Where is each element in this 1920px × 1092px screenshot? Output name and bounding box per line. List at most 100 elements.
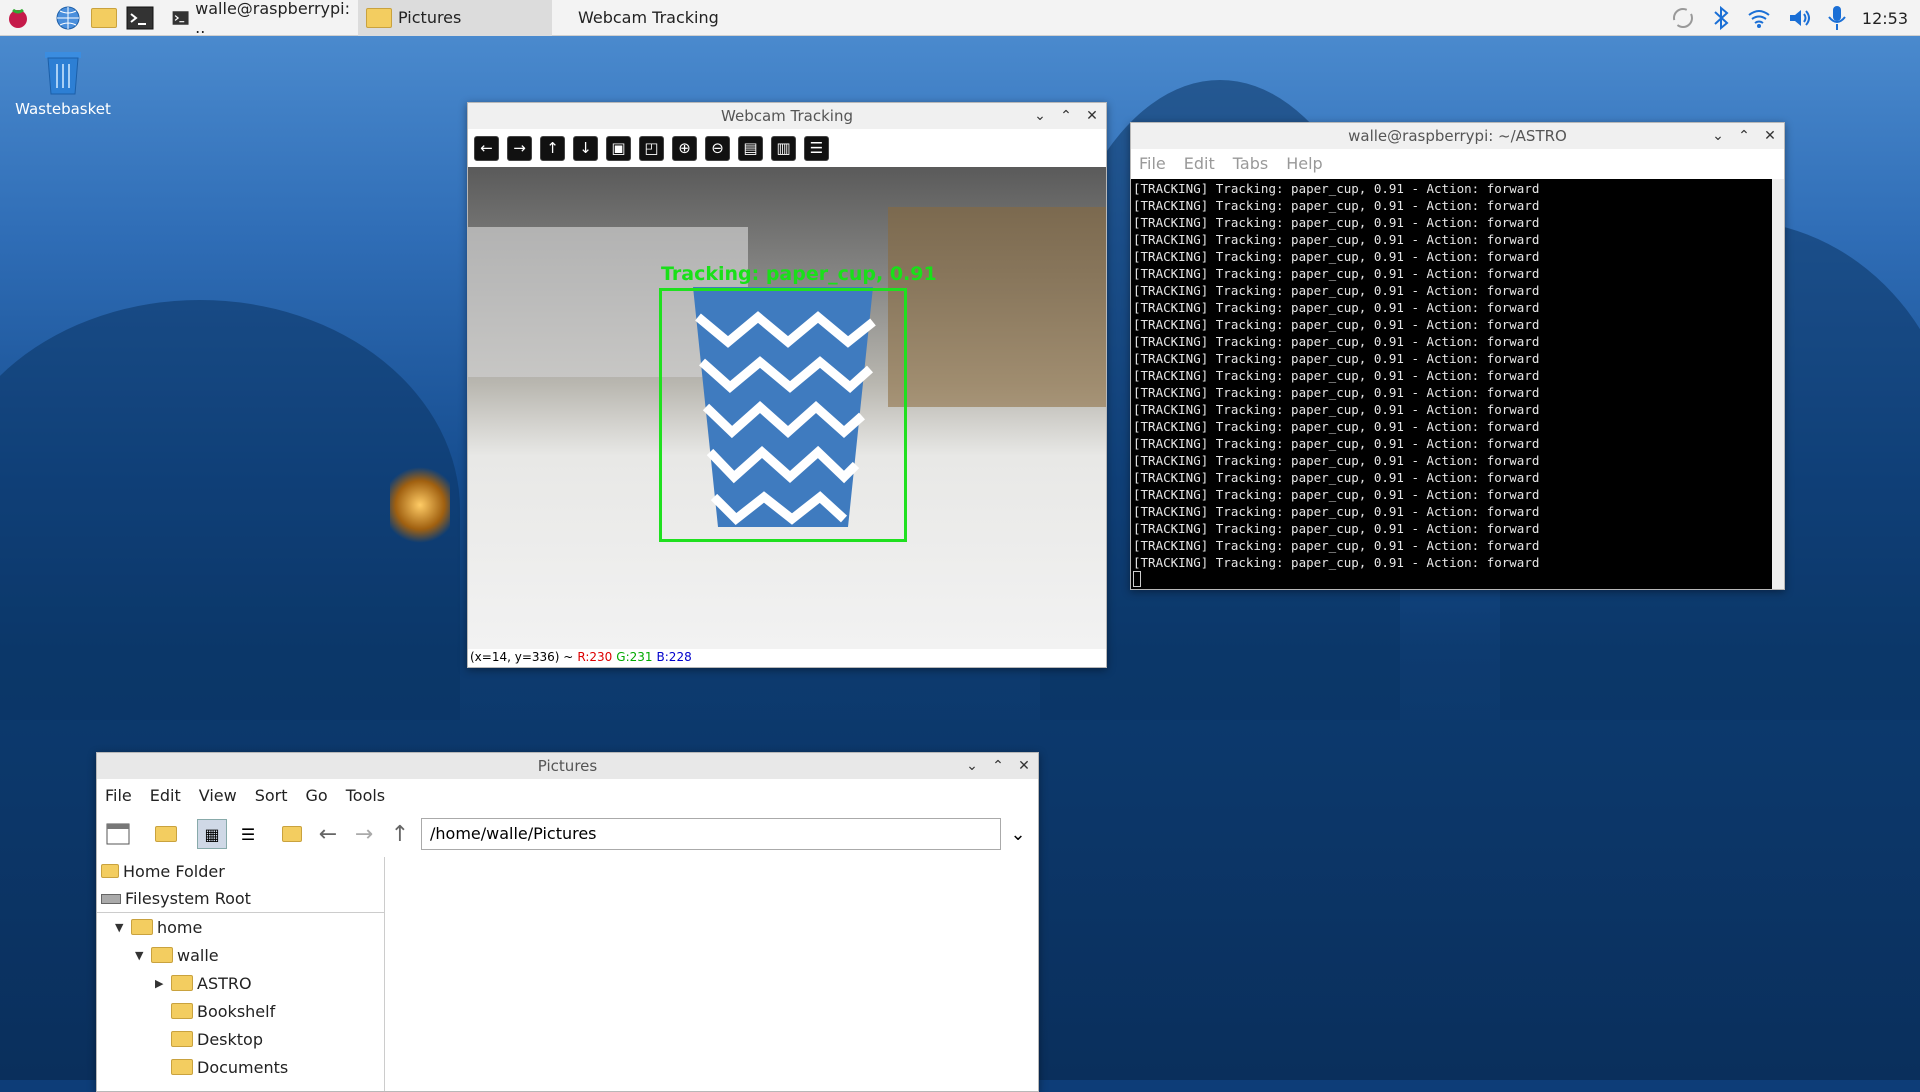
chevron-down-icon[interactable]: ⌄	[1003, 819, 1033, 849]
zoom-out-icon[interactable]: ⊖	[705, 135, 730, 161]
menu-edit[interactable]: Edit	[150, 786, 181, 805]
sync-icon[interactable]	[1670, 5, 1696, 31]
properties-icon[interactable]: ☰	[804, 135, 829, 161]
terminal-icon	[172, 10, 189, 25]
place-home[interactable]: Home Folder	[97, 857, 384, 885]
files-icon[interactable]	[86, 0, 122, 36]
tree-item[interactable]: ▶ ASTRO	[97, 969, 384, 997]
folder-icon	[171, 975, 193, 991]
tree-item[interactable]: ▼ walle	[97, 941, 384, 969]
zoom-in-icon[interactable]: ⊕	[672, 135, 697, 161]
task-pictures[interactable]: Pictures	[358, 0, 552, 36]
folder-icon	[366, 7, 392, 28]
wifi-icon[interactable]	[1746, 5, 1772, 31]
terminal-line: [TRACKING] Tracking: paper_cup, 0.91 - A…	[1133, 181, 1540, 196]
status-red: R:230	[577, 650, 613, 664]
minimize-icon[interactable]: ⌄	[1708, 128, 1728, 144]
minimize-icon[interactable]: ⌄	[1030, 108, 1050, 124]
terminal-line: [TRACKING] Tracking: paper_cup, 0.91 - A…	[1133, 470, 1540, 485]
terminal-line: [TRACKING] Tracking: paper_cup, 0.91 - A…	[1133, 266, 1540, 281]
background-doorway	[888, 207, 1106, 407]
microphone-icon[interactable]	[1826, 4, 1848, 32]
window-title: Pictures	[537, 757, 598, 775]
maximize-icon[interactable]: ⌃	[1734, 128, 1754, 144]
save-icon[interactable]: ▤	[738, 135, 763, 161]
file-view[interactable]	[387, 857, 1038, 1091]
menu-tabs[interactable]: Tabs	[1233, 154, 1268, 173]
taskbar: walle@raspberrypi: .. Pictures Webcam Tr…	[0, 0, 1920, 37]
maximize-icon[interactable]: ⌃	[1056, 108, 1076, 124]
tree-item[interactable]: Desktop	[97, 1025, 384, 1053]
tree-label: Bookshelf	[197, 1001, 276, 1021]
browser-icon[interactable]	[50, 0, 86, 36]
pan-right-icon[interactable]: →	[507, 135, 532, 161]
menu-view[interactable]: View	[199, 786, 237, 805]
tree-item[interactable]: Bookshelf	[97, 997, 384, 1025]
place-root[interactable]: Filesystem Root	[97, 885, 384, 913]
up-icon[interactable]: ↑	[385, 819, 415, 849]
home-icon	[101, 864, 119, 878]
lantern-glow	[390, 460, 450, 550]
maximize-icon[interactable]: ⌃	[988, 758, 1008, 774]
minimize-icon[interactable]: ⌄	[962, 758, 982, 774]
close-icon[interactable]: ✕	[1014, 758, 1034, 774]
terminal-line: [TRACKING] Tracking: paper_cup, 0.91 - A…	[1133, 317, 1540, 332]
bluetooth-icon[interactable]	[1710, 5, 1732, 31]
pan-up-icon[interactable]: ↑	[540, 135, 565, 161]
expander-icon[interactable]: ▶	[155, 977, 167, 990]
icon-view-icon[interactable]: ▦	[197, 819, 227, 849]
zoom-fit-icon[interactable]: ▣	[606, 135, 631, 161]
place-label: Home Folder	[123, 861, 225, 881]
menu-edit[interactable]: Edit	[1184, 154, 1215, 173]
status-green: G:231	[616, 650, 653, 664]
task-terminal[interactable]: walle@raspberrypi: ..	[164, 0, 358, 37]
wastebasket-label: Wastebasket	[15, 100, 111, 118]
terminal-menubar: File Edit Tabs Help	[1131, 149, 1784, 177]
back-icon[interactable]: ←	[313, 819, 343, 849]
terminal-titlebar[interactable]: walle@raspberrypi: ~/ASTRO ⌄ ⌃ ✕	[1131, 123, 1784, 149]
menu-tools[interactable]: Tools	[346, 786, 385, 805]
tree-item[interactable]: ▼ home	[97, 913, 384, 941]
tree-item[interactable]: Documents	[97, 1053, 384, 1081]
expander-icon[interactable]: ▼	[115, 921, 127, 934]
copy-icon[interactable]: ▥	[771, 135, 796, 161]
webcam-titlebar[interactable]: Webcam Tracking ⌄ ⌃ ✕	[468, 103, 1106, 129]
close-icon[interactable]: ✕	[1082, 108, 1102, 124]
terminal-output[interactable]: [TRACKING] Tracking: paper_cup, 0.91 - A…	[1131, 179, 1772, 589]
task-label: Pictures	[398, 8, 462, 27]
sidebar: Home Folder Filesystem Root ▼ home ▼ walle ▶…	[97, 857, 385, 1091]
wastebasket-icon[interactable]: Wastebasket	[14, 46, 112, 118]
terminal-line: [TRACKING] Tracking: paper_cup, 0.91 - A…	[1133, 198, 1540, 213]
place-label: Filesystem Root	[125, 889, 251, 908]
terminal-line: [TRACKING] Tracking: paper_cup, 0.91 - A…	[1133, 538, 1540, 553]
menu-file[interactable]: File	[105, 786, 132, 805]
status-blue: B:228	[656, 650, 692, 664]
terminal-line: [TRACKING] Tracking: paper_cup, 0.91 - A…	[1133, 300, 1540, 315]
status-bar: (x=14, y=336) ~ R:230 G:231 B:228	[470, 647, 692, 667]
pan-down-icon[interactable]: ↓	[573, 135, 598, 161]
new-folder-icon[interactable]	[151, 819, 181, 849]
zoom-original-icon[interactable]: ◰	[639, 135, 664, 161]
task-webcam[interactable]: Webcam Tracking	[552, 0, 746, 36]
folder-icon	[131, 919, 153, 935]
terminal-scrollbar[interactable]	[1772, 179, 1784, 589]
menu-go[interactable]: Go	[306, 786, 328, 805]
list-view-icon[interactable]: ☰	[233, 819, 263, 849]
volume-icon[interactable]	[1786, 5, 1812, 31]
menu-sort[interactable]: Sort	[255, 786, 288, 805]
new-window-icon[interactable]	[103, 819, 133, 849]
files-titlebar[interactable]: Pictures ⌄ ⌃ ✕	[97, 753, 1038, 779]
path-input[interactable]: /home/walle/Pictures	[421, 818, 1001, 850]
clock[interactable]: 12:53	[1862, 9, 1908, 28]
forward-icon[interactable]: →	[349, 819, 379, 849]
pan-left-icon[interactable]: ←	[474, 135, 499, 161]
close-icon[interactable]: ✕	[1760, 128, 1780, 144]
terminal-icon[interactable]	[122, 0, 158, 36]
menu-help[interactable]: Help	[1286, 154, 1322, 173]
expander-icon[interactable]: ▼	[135, 949, 147, 962]
file-manager-window: Pictures ⌄ ⌃ ✕ File Edit View Sort Go Tool…	[96, 752, 1039, 1092]
home-icon[interactable]	[277, 819, 307, 849]
raspberry-icon[interactable]	[0, 0, 36, 36]
menu-file[interactable]: File	[1139, 154, 1166, 173]
terminal-line: [TRACKING] Tracking: paper_cup, 0.91 - A…	[1133, 232, 1540, 247]
